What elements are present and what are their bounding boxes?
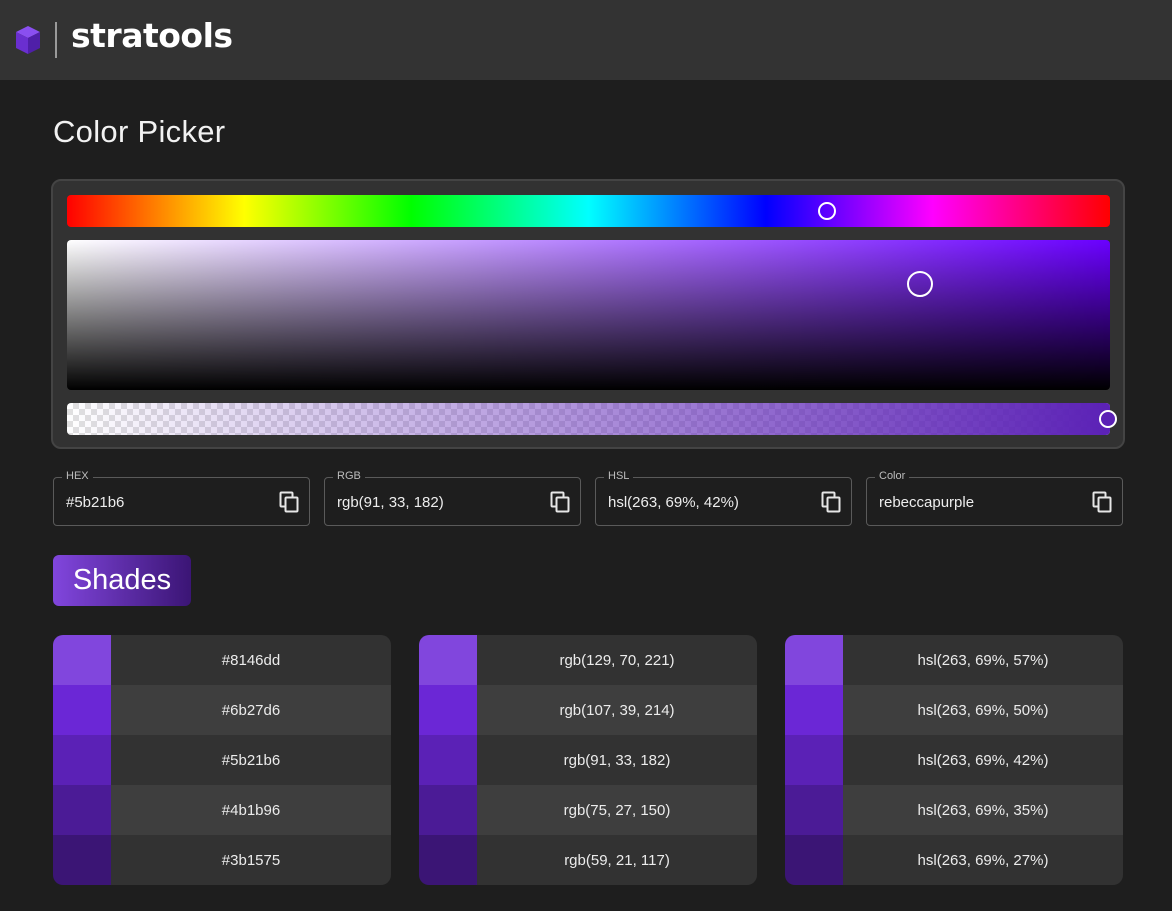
shade-value[interactable]: rgb(129, 70, 221) (477, 635, 757, 685)
copy-icon[interactable] (550, 491, 570, 513)
shades-button[interactable]: Shades (53, 555, 191, 606)
alpha-gradient (67, 403, 1110, 435)
shade-swatch[interactable] (785, 635, 843, 685)
saturation-thumb[interactable] (907, 271, 933, 297)
shade-swatch[interactable] (785, 785, 843, 835)
table-row[interactable]: #3b1575 (53, 835, 391, 885)
shade-swatch[interactable] (53, 735, 111, 785)
table-row[interactable]: #6b27d6 (53, 685, 391, 735)
table-row[interactable]: hsl(263, 69%, 27%) (785, 835, 1123, 885)
shade-value[interactable]: #6b27d6 (111, 685, 391, 735)
table-row[interactable]: rgb(129, 70, 221) (419, 635, 757, 685)
shade-swatch[interactable] (419, 835, 477, 885)
shade-value[interactable]: hsl(263, 69%, 27%) (843, 835, 1123, 885)
table-row[interactable]: hsl(263, 69%, 57%) (785, 635, 1123, 685)
table-row[interactable]: rgb(59, 21, 117) (419, 835, 757, 885)
hex-field[interactable]: HEX #5b21b6 (53, 470, 310, 526)
shade-swatch[interactable] (419, 735, 477, 785)
shade-swatch[interactable] (785, 735, 843, 785)
shade-value[interactable]: #4b1b96 (111, 785, 391, 835)
shade-swatch[interactable] (53, 785, 111, 835)
table-row[interactable]: hsl(263, 69%, 42%) (785, 735, 1123, 785)
hex-shades-table: #8146dd #6b27d6 #5b21b6 #4b1b96 #3b1575 (53, 635, 391, 885)
table-row[interactable]: #5b21b6 (53, 735, 391, 785)
color-picker-panel (51, 179, 1125, 449)
shade-swatch[interactable] (419, 635, 477, 685)
rgb-field[interactable]: RGB rgb(91, 33, 182) (324, 470, 581, 526)
hue-slider-thumb[interactable] (818, 202, 836, 220)
hex-field-value[interactable]: #5b21b6 (66, 494, 124, 511)
shade-swatch[interactable] (53, 835, 111, 885)
copy-icon[interactable] (821, 491, 841, 513)
shade-value[interactable]: rgb(59, 21, 117) (477, 835, 757, 885)
shade-value[interactable]: rgb(91, 33, 182) (477, 735, 757, 785)
page-title: Color Picker (53, 114, 226, 149)
rgb-field-label: RGB (333, 470, 365, 482)
color-name-field-label: Color (875, 470, 910, 482)
shade-value[interactable]: hsl(263, 69%, 35%) (843, 785, 1123, 835)
shade-value[interactable]: hsl(263, 69%, 50%) (843, 685, 1123, 735)
shade-swatch[interactable] (53, 635, 111, 685)
copy-icon[interactable] (1092, 491, 1112, 513)
table-row[interactable]: #8146dd (53, 635, 391, 685)
logo-divider (55, 22, 57, 58)
hex-field-label: HEX (62, 470, 93, 482)
table-row[interactable]: #4b1b96 (53, 785, 391, 835)
alpha-slider-thumb[interactable] (1099, 410, 1117, 428)
table-row[interactable]: hsl(263, 69%, 50%) (785, 685, 1123, 735)
color-name-field[interactable]: Color rebeccapurple (866, 470, 1123, 526)
shade-swatch[interactable] (419, 685, 477, 735)
shade-value[interactable]: rgb(75, 27, 150) (477, 785, 757, 835)
hsl-field[interactable]: HSL hsl(263, 69%, 42%) (595, 470, 852, 526)
table-row[interactable]: rgb(75, 27, 150) (419, 785, 757, 835)
hsl-shades-table: hsl(263, 69%, 57%) hsl(263, 69%, 50%) hs… (785, 635, 1123, 885)
shade-value[interactable]: hsl(263, 69%, 42%) (843, 735, 1123, 785)
shade-value[interactable]: rgb(107, 39, 214) (477, 685, 757, 735)
hsl-field-value[interactable]: hsl(263, 69%, 42%) (608, 494, 739, 511)
shade-swatch[interactable] (419, 785, 477, 835)
hue-slider[interactable] (67, 195, 1110, 227)
shade-swatch[interactable] (785, 685, 843, 735)
table-row[interactable]: rgb(91, 33, 182) (419, 735, 757, 785)
rgb-field-value[interactable]: rgb(91, 33, 182) (337, 494, 444, 511)
brand-name[interactable]: stratools (71, 16, 233, 55)
alpha-slider[interactable] (67, 403, 1117, 435)
shade-swatch[interactable] (53, 685, 111, 735)
saturation-area[interactable] (67, 240, 1110, 390)
shade-value[interactable]: #3b1575 (111, 835, 391, 885)
shade-value[interactable]: hsl(263, 69%, 57%) (843, 635, 1123, 685)
copy-icon[interactable] (279, 491, 299, 513)
rgb-shades-table: rgb(129, 70, 221) rgb(107, 39, 214) rgb(… (419, 635, 757, 885)
top-bar: stratools (0, 0, 1172, 80)
color-name-field-value[interactable]: rebeccapurple (879, 494, 974, 511)
shade-value[interactable]: #5b21b6 (111, 735, 391, 785)
table-row[interactable]: hsl(263, 69%, 35%) (785, 785, 1123, 835)
shade-swatch[interactable] (785, 835, 843, 885)
hsl-field-label: HSL (604, 470, 634, 482)
cube-icon[interactable] (14, 24, 42, 56)
shade-value[interactable]: #8146dd (111, 635, 391, 685)
table-row[interactable]: rgb(107, 39, 214) (419, 685, 757, 735)
